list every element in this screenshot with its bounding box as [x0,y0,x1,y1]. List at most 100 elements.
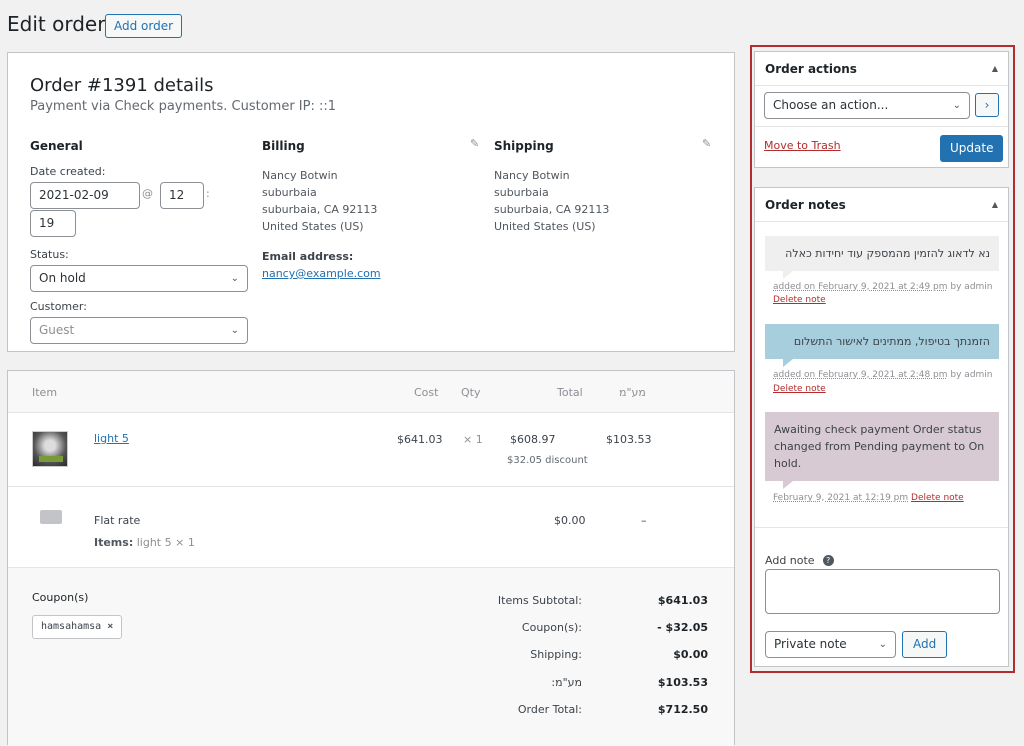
coupon-tag[interactable]: hamsahamsa × [32,615,123,639]
move-to-trash-link[interactable]: Move to Trash [764,139,841,152]
note-text: הזמנתך בטיפול, ממתינים לאישור התשלום [793,335,990,348]
items-header: Item Cost Qty Total מע"מ [8,371,734,413]
billing-line: suburbaia [262,186,317,199]
edit-shipping-pencil-icon[interactable]: ✎ [702,137,711,150]
order-note: Awaiting check payment Order status chan… [765,412,999,489]
date-created-input[interactable]: 2021-02-09 [30,182,140,209]
row-divider [8,486,734,487]
shipping-total: $0.00 [554,514,586,527]
note-meta: added on February 9, 2021 at 2:48 pm by … [773,370,993,380]
shipping-method: Flat rate [94,514,141,527]
order-action-value: Choose an action... [773,98,889,112]
note-text: Awaiting check payment Order status chan… [774,423,985,470]
note-type-value: Private note [774,637,847,651]
customer-value: Guest [39,323,75,337]
shipping-line: Nancy Botwin [494,169,570,182]
totals-label: Order Total: [517,703,582,716]
apply-action-button[interactable]: › [975,93,999,117]
line-tax: $103.53 [606,433,652,446]
header-total: Total [557,386,583,399]
general-title: General [30,139,83,153]
totals-area [8,567,734,746]
order-notes-header[interactable]: Order notes ▲ [755,188,1008,222]
order-action-select[interactable]: Choose an action... ⌄ [764,92,970,119]
totals-value: $641.03 [657,594,708,607]
status-select[interactable]: On hold ⌄ [30,265,248,292]
note-type-select[interactable]: Private note ⌄ [765,631,896,658]
totals-label: Shipping: [530,648,582,661]
billing-address: Nancy Botwin suburbaia suburbaia, CA 921… [262,167,377,235]
chevron-down-icon: ⌄ [230,273,239,284]
order-note: הזמנתך בטיפול, ממתינים לאישור התשלום [765,324,999,367]
note-meta: February 9, 2021 at 12:19 pm Delete note [773,493,964,503]
time-colon: : [206,187,210,200]
billing-title: Billing [262,139,305,153]
shipping-line: suburbaia, CA 92113 [494,203,610,216]
totals-value: $0.00 [673,648,708,661]
customer-select[interactable]: Guest ⌄ [30,317,248,344]
add-note-button[interactable]: Add [902,631,948,658]
order-notes-title: Order notes [765,198,846,212]
totals-value: $103.53 [657,676,708,689]
header-tax: מע"מ [619,386,646,399]
billing-line: United States (US) [262,220,364,233]
divider [755,126,1008,127]
order-notes-box: Order notes ▲ נא לדאוג להזמין מהמספק עוד… [754,187,1009,667]
order-items-panel: Item Cost Qty Total מע"מ light 5 $641.03… [7,370,735,746]
collapse-arrow-icon[interactable]: ▲ [992,52,998,86]
order-note: נא לדאוג להזמין מהמספק עוד יחידות כאלה [765,236,999,279]
billing-line: suburbaia, CA 92113 [262,203,378,216]
edit-billing-pencil-icon[interactable]: ✎ [470,137,479,150]
at-separator: @ [142,187,153,200]
delete-note-link[interactable]: Delete note [911,493,964,503]
coupon-code: hamsahamsa [41,621,102,632]
shipping-line: United States (US) [494,220,596,233]
billing-line: Nancy Botwin [262,169,338,182]
delete-note-link[interactable]: Delete note [773,295,826,305]
totals-label: Items Subtotal: [497,594,582,607]
shipping-title: Shipping [494,139,554,153]
note-date: added on February 9, 2021 at 2:48 pm [773,370,948,380]
email-link[interactable]: nancy@example.com [262,265,381,282]
header-cost: Cost [414,386,439,399]
hour-input[interactable]: 12 [160,182,204,209]
help-icon[interactable]: ? [822,555,834,566]
totals-label: מע"מ: [551,676,582,689]
chevron-down-icon: ⌄ [952,100,961,111]
order-subheading: Payment via Check payments. Customer IP:… [30,99,337,114]
note-author: by admin [947,370,993,380]
remove-coupon-icon[interactable]: × [107,621,113,632]
note-text: נא לדאוג להזמין מהמספק עוד יחידות כאלה [785,247,990,260]
delete-note-link[interactable]: Delete note [773,384,826,394]
header-qty: Qty [461,386,481,399]
product-link[interactable]: light 5 [94,432,129,445]
line-total: $608.97 [510,433,556,446]
chevron-down-icon: ⌄ [230,325,239,336]
shipping-items-value: light 5 × 1 [136,536,195,549]
shipping-address: Nancy Botwin suburbaia suburbaia, CA 921… [494,167,609,235]
order-actions-header[interactable]: Order actions ▲ [755,52,1008,86]
divider [755,527,1008,528]
status-value: On hold [39,271,86,285]
collapse-arrow-icon[interactable]: ▲ [992,188,998,222]
add-order-button[interactable]: Add order [105,14,183,38]
shipping-items: Items: light 5 × 1 [94,536,195,549]
truck-icon [40,510,62,524]
note-meta: added on February 9, 2021 at 2:49 pm by … [773,282,993,292]
add-note-textarea[interactable] [765,569,1000,614]
status-label: Status: [30,248,69,261]
order-actions-box: Order actions ▲ Choose an action... ⌄ › … [754,51,1009,168]
line-discount: $32.05 discount [507,455,588,466]
email-label: Email address: [262,250,354,263]
line-qty: × 1 [463,433,483,446]
shipping-line: suburbaia [494,186,549,199]
header-item: Item [32,386,58,399]
note-date: added on February 9, 2021 at 2:49 pm [773,282,948,292]
add-note-label-row: Add note? [765,554,834,567]
date-created-label: Date created: [30,165,106,178]
customer-label: Customer: [30,300,87,313]
minute-input[interactable]: 19 [30,210,76,237]
note-author: by admin [947,282,993,292]
page-title: Edit order [7,12,106,36]
update-button[interactable]: Update [940,135,1004,162]
